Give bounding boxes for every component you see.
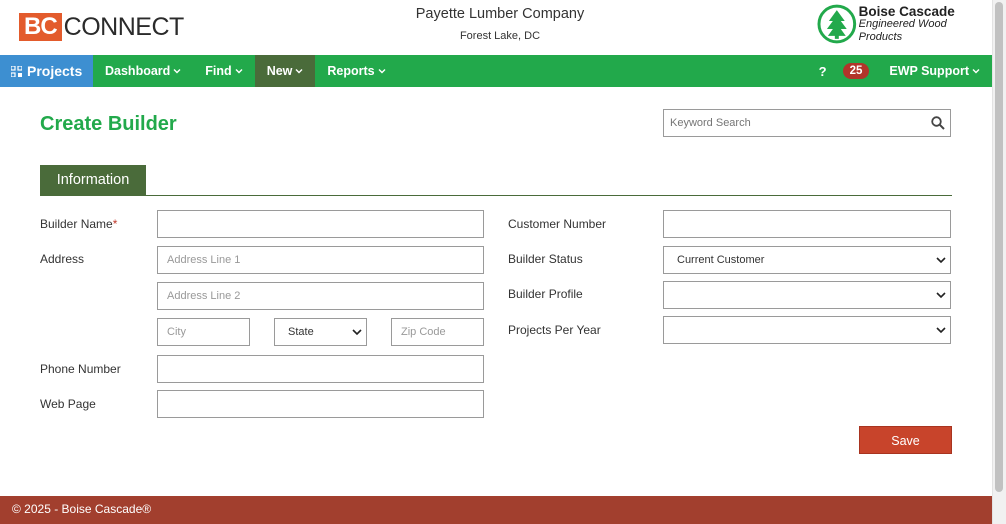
page: BC CONNECT Payette Lumber Company Forest…: [0, 0, 1006, 524]
qr-grid-icon: [11, 65, 22, 77]
address-line1-field[interactable]: Address Line 1: [157, 246, 484, 274]
help-icon[interactable]: ?: [819, 64, 827, 79]
nav-projects-label: Projects: [27, 63, 83, 79]
tab-divider: [40, 195, 952, 196]
main-nav: Projects Dashboard Find New Reports ? 25…: [0, 55, 992, 87]
builder-name-label-text: Builder Name: [40, 217, 113, 231]
state-select[interactable]: State: [274, 318, 367, 346]
brand-subtitle: Engineered Wood Products: [858, 17, 947, 43]
chevron-down-icon: [972, 69, 980, 74]
nav-reports-label: Reports: [327, 64, 375, 78]
chevron-down-icon: [295, 69, 303, 74]
search-input[interactable]: [664, 110, 914, 136]
chevron-down-icon: [936, 327, 946, 334]
nav-find[interactable]: Find: [193, 55, 254, 87]
chevron-down-icon: [378, 69, 386, 74]
builder-name-label: Builder Name*: [40, 217, 117, 231]
builder-status-label: Builder Status: [508, 252, 583, 266]
phone-number-field[interactable]: [157, 355, 484, 383]
page-scrollbar[interactable]: [992, 0, 1006, 524]
nav-new[interactable]: New: [254, 55, 316, 87]
footer: © 2025 - Boise Cascade®: [0, 496, 992, 524]
chevron-down-icon: [235, 69, 243, 74]
phone-number-label: Phone Number: [40, 362, 121, 376]
nav-dashboard[interactable]: Dashboard: [93, 55, 193, 87]
chevron-down-icon: [936, 257, 946, 264]
nav-right: ? 25 EWP Support: [819, 55, 992, 87]
city-field[interactable]: City: [157, 318, 250, 346]
nav-projects[interactable]: Projects: [0, 55, 93, 87]
required-mark: *: [112, 217, 118, 231]
keyword-search: [663, 109, 951, 137]
tab-information[interactable]: Information: [40, 165, 146, 196]
nav-reports[interactable]: Reports: [315, 55, 397, 87]
nav-new-label: New: [266, 64, 293, 78]
boise-cascade-logo: Boise Cascade Engineered Wood Products: [817, 3, 992, 45]
state-select-value: State: [288, 326, 314, 338]
web-page-field[interactable]: [157, 390, 484, 418]
projects-per-year-label: Projects Per Year: [508, 323, 601, 337]
builder-status-value: Current Customer: [677, 254, 765, 266]
projects-per-year-select[interactable]: [663, 316, 951, 344]
nav-find-label: Find: [205, 64, 232, 78]
nav-ewp-support[interactable]: EWP Support: [877, 55, 992, 87]
search-icon[interactable]: [931, 116, 945, 130]
web-page-label: Web Page: [40, 397, 96, 411]
builder-profile-label: Builder Profile: [508, 287, 583, 301]
chevron-down-icon: [936, 292, 946, 299]
nav-support-label: EWP Support: [889, 64, 969, 78]
builder-name-field[interactable]: [157, 210, 484, 238]
nav-dashboard-label: Dashboard: [105, 64, 171, 78]
scrollbar-thumb[interactable]: [995, 2, 1003, 492]
save-button[interactable]: Save: [859, 426, 952, 454]
builder-status-select[interactable]: Current Customer: [663, 246, 951, 274]
zip-code-field[interactable]: Zip Code: [391, 318, 484, 346]
address-label: Address: [40, 252, 85, 266]
chevron-down-icon: [173, 69, 181, 74]
notification-badge[interactable]: 25: [842, 63, 870, 79]
chevron-down-icon: [352, 329, 362, 336]
builder-profile-select[interactable]: [663, 281, 951, 309]
customer-number-field[interactable]: [663, 210, 951, 238]
top-header: BC CONNECT Payette Lumber Company Forest…: [0, 0, 992, 55]
tree-icon: [817, 4, 857, 44]
page-title: Create Builder: [40, 113, 177, 135]
customer-number-label: Customer Number: [508, 217, 607, 231]
brand-title: Boise Cascade: [858, 3, 955, 19]
address-line2-field[interactable]: Address Line 2: [157, 282, 484, 310]
